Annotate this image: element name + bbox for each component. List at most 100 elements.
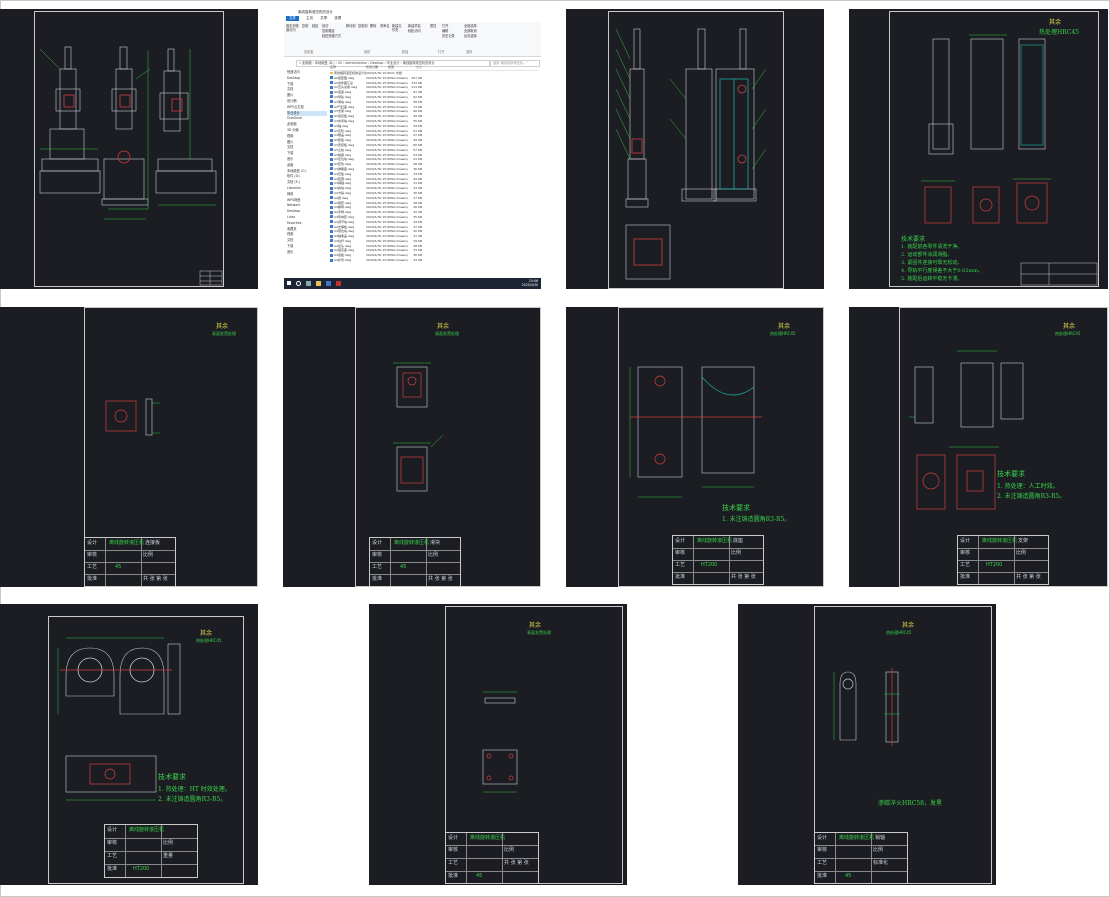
explorer-title-bar: 离线旋转滚压机的设计 [284, 9, 541, 15]
tab-file[interactable]: 文件 [286, 16, 299, 21]
file-name: A4护罩.dwg [330, 258, 366, 263]
dwg-file-icon [330, 90, 333, 94]
dwg-file-icon [330, 177, 333, 181]
thumbnail-shaft-drawing[interactable]: 其余 热处理HRC45 渗碳淬火HRC58，发黑 设计 审核 工艺 批准 离线旋… [738, 604, 996, 885]
column-name[interactable]: 名称 [330, 65, 366, 70]
paste-shortcut-button[interactable]: 粘贴快捷方式 [322, 34, 341, 38]
dwg-file-icon [330, 167, 333, 171]
dwg-file-icon [330, 114, 333, 118]
file-name-text: A3压轮.dwg [334, 128, 352, 133]
tb-part-name: 底座 [733, 538, 744, 544]
file-explorer-window[interactable]: 离线旋转滚压机的设计 文件 主页 共享 查看 固定到快速访问 复制 粘贴 剪切 … [284, 9, 541, 289]
title-block: 设计 审核 工艺 批准 离线旋转滚压机 底座 HT200 比例 共 张 第 张 [672, 535, 764, 585]
thumbnail-base-part-drawing[interactable]: 其余 热处理HRC45 技术要求 1. 装配前各零件清洗干净。 2. 运动部件涂… [849, 9, 1108, 289]
tech-requirements-title: 技术要求 [158, 773, 186, 781]
thumbnail-pad-drawing[interactable]: 其余 表面发黑处理 设计 审核 工艺 批准 离线旋转滚压机 45 比例 共 张 … [369, 604, 627, 885]
thumbnail-clamp-drawing[interactable]: 其余 热处理HRC45 技术要求 1. 热处理：HT 时效处理。 2. 未注铸造… [0, 604, 258, 885]
select-none-button[interactable]: 全部取消 [464, 29, 477, 33]
dwg-file-icon [330, 234, 333, 238]
thumbnail-plate-drawing[interactable]: 其余 表面发黑处理 设计 审核 工艺 批准 离线旋转滚压机 连接板 45 比例 … [0, 307, 258, 587]
file-name-text: A3定位块.dwg [334, 157, 355, 162]
assembly-note-4: 4. 导轨平行度误差不大于0.02mm。 [901, 268, 983, 274]
tb-process-label: 工艺 [448, 860, 459, 866]
file-row[interactable]: A4护罩.dwg 2020/4/30 15:02DWG Drawing 34 KB [330, 258, 538, 263]
title-block: 设计 审核 工艺 批准 离线旋转滚压机 支架 HT200 比例 共 张 第 张 [957, 535, 1049, 585]
column-size[interactable]: 大小 [408, 65, 422, 70]
base-part-graphics [921, 34, 1098, 286]
cad-taskbar-icon[interactable] [336, 281, 341, 286]
section-select: 选择 [466, 50, 473, 54]
move-to-button[interactable]: 移动到 [346, 24, 356, 28]
dwg-file-icon [330, 105, 333, 109]
tab-home[interactable]: 主页 [306, 16, 313, 21]
tb-process-label: 工艺 [817, 860, 828, 866]
tb-scale-label: 比例 [504, 847, 515, 853]
task-view-icon[interactable] [306, 281, 311, 286]
new-item-button[interactable]: 新建项目 [408, 24, 421, 28]
history-button[interactable]: 历史记录 [442, 34, 455, 38]
explorer-taskbar-icon[interactable] [316, 281, 321, 286]
thumbnail-bracket-drawing[interactable]: 其余 热处理HRC45 技术要求 1. 热处理：人工时效。 2. 未注铸造圆角R… [849, 307, 1108, 587]
ribbon-toolbar: 固定到快速访问 复制 粘贴 剪切 复制路径 粘贴快捷方式 移动到 复制到 删除 … [284, 22, 541, 57]
tb-design-label: 设计 [817, 835, 828, 841]
tech-requirements-title: 技术要求 [997, 470, 1025, 478]
copy-to-button[interactable]: 复制到 [358, 24, 368, 28]
copy-button[interactable]: 复制 [302, 24, 308, 28]
fillet-note: 1. 未注铸造圆角R3-R5。 [722, 516, 791, 523]
copy-path-button[interactable]: 复制路径 [322, 29, 335, 33]
invert-selection-button[interactable]: 反向选择 [464, 34, 477, 38]
dwg-file-icon [330, 95, 333, 99]
browser-taskbar-icon[interactable] [326, 281, 331, 286]
tb-material: HT200 [986, 562, 1003, 568]
search-icon[interactable] [296, 281, 301, 286]
tb-check-label: 审核 [817, 847, 828, 853]
title-block: 设计 审核 工艺 批准 离线旋转滚压机 45 比例 共 张 第 张 [445, 832, 539, 884]
dwg-file-icon [330, 191, 333, 195]
pin-quick-access-button[interactable]: 固定到快速访问 [286, 24, 300, 32]
dwg-file-icon [330, 186, 333, 190]
tb-material: 45 [845, 873, 852, 879]
tb-process-label: 工艺 [675, 562, 686, 568]
tb-design-label: 设计 [960, 538, 971, 544]
tb-process-label: 工艺 [372, 564, 383, 570]
edit-button[interactable]: 编辑 [442, 29, 448, 33]
tb-check-label: 审核 [372, 552, 383, 558]
select-all-button[interactable]: 全部选择 [464, 24, 477, 28]
dwg-file-icon [330, 220, 333, 224]
thumbnail-press-head-drawing[interactable] [566, 9, 824, 289]
paste-button[interactable]: 粘贴 [312, 24, 318, 28]
rename-button[interactable]: 重命名 [380, 24, 390, 28]
column-type[interactable]: 类型 [388, 65, 408, 70]
tb-standard-label: 标准化 [873, 860, 889, 866]
system-clock[interactable]: 15:06 2020/4/30 [522, 279, 538, 287]
start-icon[interactable] [287, 281, 291, 285]
tb-check-label: 审核 [960, 550, 971, 556]
file-name-text: A4护罩.dwg [334, 258, 352, 263]
tab-share[interactable]: 共享 [320, 16, 327, 21]
delete-button[interactable]: 删除 [370, 24, 376, 28]
file-name-text: A3立柱.dwg [334, 147, 352, 152]
properties-button[interactable]: 属性 [430, 24, 436, 28]
tab-view[interactable]: 查看 [334, 16, 341, 21]
easy-access-button[interactable]: 轻松访问 [408, 29, 421, 33]
thumbnail-slider-drawing[interactable]: 其余 表面发黑处理 设计 审核 工艺 批准 离线旋转滚压机 滑块 45 比例 共… [283, 307, 541, 587]
dwg-file-icon [330, 244, 333, 248]
section-new: 新建 [402, 50, 409, 54]
thumbnail-rail-drawing[interactable]: 其余 热处理HRC45 技术要求 1. 未注铸造圆角R3-R5。 设计 审核 工… [566, 307, 824, 587]
assembly-note-1: 1. 装配前各零件清洗干净。 [901, 244, 963, 250]
new-folder-button[interactable]: 新建文件夹 [392, 24, 404, 32]
section-organize: 组织 [364, 50, 371, 54]
dwg-file-icon [330, 81, 333, 85]
tb-design-label: 设计 [107, 827, 118, 833]
file-name-text: A4键.dwg [334, 195, 349, 200]
cut-button[interactable]: 剪切 [322, 24, 328, 28]
column-date[interactable]: 修改日期 [366, 65, 388, 70]
open-button[interactable]: 打开 [442, 24, 448, 28]
thumbnail-assembly-drawing[interactable] [0, 9, 258, 289]
tb-sheet-label: 共 张 第 张 [143, 576, 168, 582]
assembly-note-3: 3. 紧固件连接可靠无松动。 [901, 260, 963, 266]
tb-weight-label: 重量 [163, 853, 174, 859]
nav-item[interactable]: 音乐 [287, 250, 327, 256]
dwg-file-icon [330, 229, 333, 233]
file-name-text: A4固定座.dwg [334, 248, 355, 253]
